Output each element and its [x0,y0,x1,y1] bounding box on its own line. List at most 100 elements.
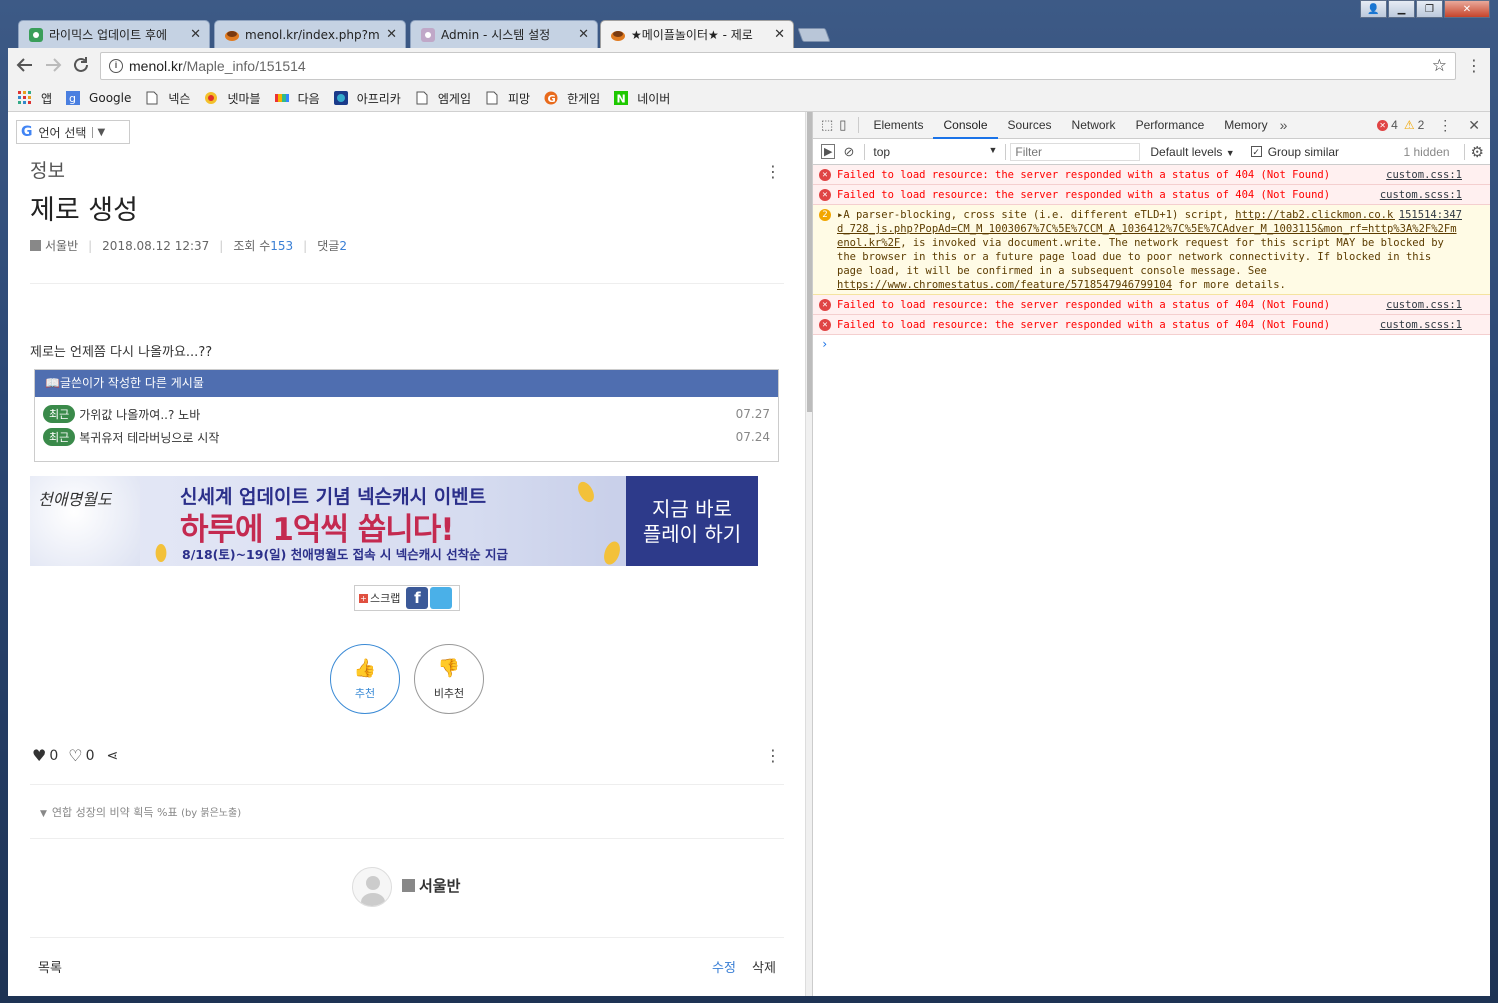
message-source-link[interactable]: custom.scss:1 [1380,318,1462,332]
star-icon[interactable]: ☆ [1432,56,1447,76]
not-recommend-button[interactable]: 👎 비추천 [414,644,484,714]
forward-icon[interactable] [44,56,62,74]
heart-outline-icon[interactable]: ♡ [68,746,82,765]
message-source-link[interactable]: custom.css:1 [1386,298,1462,312]
level-icon [402,879,415,892]
menu-icon[interactable]: ⋮ [1466,56,1482,75]
list-item[interactable]: 최근 복귀유저 테라버닝으로 시작 07.24 [35,426,778,448]
other-post-title[interactable]: 가위값 나올까여..? 노바 [79,406,735,423]
related-link[interactable]: ▼ 연합 성장의 비약 획득 %표 (by 붉은노출) [40,804,241,820]
tab-network[interactable]: Network [1062,112,1126,139]
devtools-menu-icon[interactable]: ⋮ [1438,117,1452,134]
twitter-icon[interactable] [430,587,453,609]
bookmark-hangame[interactable]: G 한게임 [544,90,600,107]
scrap-plus-icon[interactable]: + [359,593,368,603]
close-tab-icon[interactable]: ✕ [190,27,201,42]
sidebar-toggle-icon[interactable]: ▶ [821,144,836,159]
error-count: 4 [1391,118,1398,132]
bookmark-apps[interactable]: 앱 [18,90,52,107]
recent-badge: 최근 [43,405,76,423]
console-filter-input[interactable] [1010,142,1141,161]
browser-tab[interactable]: 라이믹스 업데이트 후에 ✕ [18,20,210,48]
ad-cta[interactable]: 지금 바로 플레이 하기 [626,476,758,566]
bookmark-netmarble[interactable]: 넷마블 [204,90,261,107]
tab-memory[interactable]: Memory [1214,112,1277,139]
bookmark-pmang[interactable]: 피망 [485,90,530,107]
delete-button[interactable]: 삭제 [752,957,776,976]
settings-gear-icon[interactable]: ⚙ [1471,143,1484,161]
bookmark-mgame[interactable]: 엠게임 [415,90,471,107]
warning-text: A parser-blocking, cross site (i.e. diff… [843,209,1236,221]
scrap-button[interactable]: 스크랩 [370,590,400,606]
hangame-icon: G [544,91,558,105]
more-options-icon[interactable]: ⋮ [765,162,781,181]
author-name[interactable]: 서울반 [45,237,78,254]
bookmark-label: 다음 [297,91,320,106]
close-tab-icon[interactable]: ✕ [774,27,785,42]
address-bar[interactable]: i menol.kr/Maple_info/151514 ☆ [100,52,1456,80]
device-toolbar-icon[interactable]: ▯ [839,117,846,133]
comments-count[interactable]: 2 [339,239,347,253]
dislikes-count: 0 [85,747,95,764]
devtools-close-icon[interactable]: ✕ [1468,117,1480,134]
error-count-icon[interactable]: ✕ [1377,119,1389,131]
prompt-chevron-icon: › [821,337,829,351]
share-icon[interactable]: ⋖ [107,748,119,764]
warning-text-end: for more details. [1172,279,1286,291]
warning-count-icon[interactable]: ⚠ [1404,118,1415,132]
ad-banner[interactable]: 천애명월도 신세계 업데이트 기념 넥슨캐시 이벤트 하루에 1억씩 쏩니다! … [30,476,758,566]
message-source-link[interactable]: custom.scss:1 [1380,188,1462,202]
levels-select[interactable]: Default levels ▼ [1150,145,1234,159]
info-icon[interactable]: i [109,59,123,73]
group-similar-checkbox[interactable]: ✓ [1250,146,1262,157]
group-similar-label: Group similar [1267,144,1340,159]
message-source-link[interactable]: custom.css:1 [1386,168,1462,182]
reload-icon[interactable] [72,56,90,74]
author-box-name-label[interactable]: 서울반 [419,875,460,896]
translate-label: 언어 선택 [38,125,87,140]
inspect-icon[interactable]: ⬚ [821,117,833,133]
new-tab-button[interactable] [797,28,831,42]
context-select[interactable]: top ▼ [865,145,1005,159]
more-tabs-icon[interactable]: » [1280,117,1288,133]
minimize-button[interactable]: ▁ [1388,0,1415,18]
tab-sources[interactable]: Sources [998,112,1062,139]
tab-elements[interactable]: Elements [863,112,933,139]
message-source-link[interactable]: 151514:347 [1394,208,1462,222]
tab-console[interactable]: Console [933,112,998,139]
clear-console-icon[interactable]: ⊘ [843,144,854,160]
other-posts-header-label: 글쓴이가 작성한 다른 게시물 [59,376,204,390]
other-post-title[interactable]: 복귀유저 테라버닝으로 시작 [79,429,735,446]
maximize-button[interactable]: ❐ [1416,0,1443,18]
list-item[interactable]: 최근 가위값 나올까여..? 노바 07.27 [35,403,778,425]
translate-select[interactable]: G 언어 선택 ▼ [16,120,130,144]
close-tab-icon[interactable]: ✕ [386,27,397,42]
bookmark-afreeca[interactable]: 아프리카 [333,90,401,107]
back-icon[interactable] [16,56,34,74]
list-button[interactable]: 목록 [38,957,62,976]
user-icon[interactable]: 👤 [1360,0,1387,18]
bookmark-nexon[interactable]: 넥슨 [145,90,190,107]
edit-button[interactable]: 수정 [712,957,736,976]
category-label[interactable]: 정보 [30,156,65,183]
recommend-button[interactable]: 👍 추천 [330,644,400,714]
tab-performance[interactable]: Performance [1126,112,1215,139]
views-count: 153 [270,238,294,253]
dropdown-icon: ▼ [92,126,105,138]
bookmark-naver[interactable]: N 네이버 [614,90,670,107]
close-tab-icon[interactable]: ✕ [578,27,589,42]
bookmark-google[interactable]: g Google [66,91,131,105]
browser-tab[interactable]: menol.kr/index.php?moc ✕ [214,20,406,48]
page-scrollbar[interactable] [805,112,812,996]
browser-tab[interactable]: Admin - 시스템 설정 ✕ [410,20,598,48]
close-window-button[interactable]: ✕ [1444,0,1490,18]
bookmark-daum[interactable]: 다음 [274,90,320,107]
more-options-icon[interactable]: ⋮ [765,746,781,765]
facebook-icon[interactable]: f [406,587,429,609]
error-icon: ✕ [819,299,831,311]
heart-filled-icon[interactable]: ♥ [32,746,46,765]
console-prompt[interactable]: › [813,335,1490,351]
browser-tab-active[interactable]: ★메이플놀이터★ - 제로 ✕ [600,20,794,48]
naver-icon: N [614,91,629,105]
warning-feature-link[interactable]: https://www.chromestatus.com/feature/571… [837,279,1172,291]
